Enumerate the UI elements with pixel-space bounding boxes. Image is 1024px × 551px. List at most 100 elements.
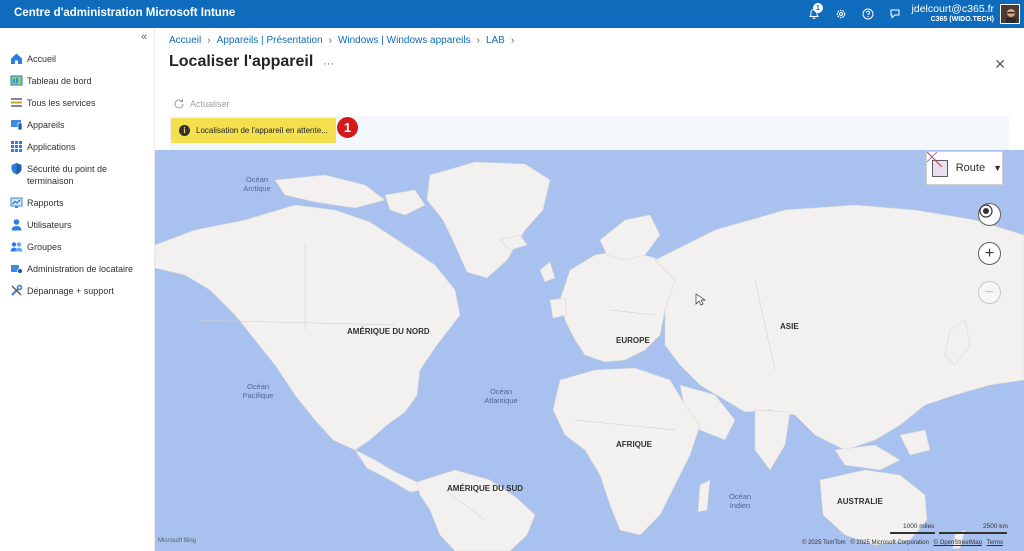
continent-label: AUSTRALIE	[837, 497, 883, 506]
account-menu[interactable]: jdelcourt@c365.fr C365 (WIDO.TECH)	[912, 3, 994, 25]
header-icons: 1	[800, 3, 908, 24]
target-icon	[979, 204, 993, 218]
attribution-microsoft: © 2025 Microsoft Corporation	[850, 540, 929, 546]
sidebar-item-tableau-de-bord[interactable]: Tableau de bord	[10, 74, 150, 87]
sidebar-item-utilisateurs[interactable]: Utilisateurs	[10, 218, 150, 231]
sidebar-item-label: Appareils	[27, 120, 65, 130]
scale-bar-miles	[890, 532, 935, 534]
apps-icon	[11, 141, 22, 152]
sidebar-item-label: Utilisateurs	[27, 220, 72, 230]
status-bar: i Localisation de l'appareil en attente.…	[169, 116, 1009, 150]
locate-me-button[interactable]	[978, 203, 1001, 226]
breadcrumb-item[interactable]: Accueil	[169, 35, 201, 46]
sidebar-item-label: Tableau de bord	[27, 76, 92, 86]
all-services-icon	[11, 98, 22, 107]
scale-miles: 1000 miles	[903, 523, 935, 530]
users-icon	[11, 219, 22, 231]
info-icon: i	[179, 125, 190, 136]
map-attribution: © 2025 TomTom © 2025 Microsoft Corporati…	[802, 540, 1003, 546]
close-button[interactable]: ✕	[994, 56, 1006, 73]
sidebar-item-securite[interactable]: Sécurité du point de terminaison	[10, 162, 150, 187]
tenant-name: C365 (WIDO.TECH)	[930, 16, 994, 23]
sidebar-item-tous-les-services[interactable]: Tous les services	[10, 96, 150, 109]
bing-logo: Microsoft Bing	[158, 538, 197, 544]
breadcrumb-item[interactable]: Windows | Windows appareils	[338, 35, 471, 46]
continent-label: AMÉRIQUE DU NORD	[347, 327, 430, 336]
ocean-label: Océan Pacifique	[242, 382, 274, 400]
gear-icon[interactable]	[827, 4, 854, 24]
sidebar-item-label: Rapports	[27, 198, 64, 208]
more-options-button[interactable]: ···	[323, 58, 334, 70]
sidebar-item-applications[interactable]: Applications	[10, 140, 150, 153]
sidebar-item-label: Dépannage + support	[27, 286, 114, 296]
chevron-right-icon: ›	[510, 35, 515, 46]
breadcrumb-item[interactable]: Appareils | Présentation	[217, 35, 323, 46]
map-style-dropdown[interactable]: Route ▼	[926, 151, 1003, 185]
sidebar-item-depannage[interactable]: Dépannage + support	[10, 284, 150, 297]
openstreetmap-link[interactable]: © OpenStreetMap	[933, 540, 981, 546]
status-text: Localisation de l'appareil en attente...	[196, 126, 328, 135]
home-icon	[11, 53, 22, 64]
shield-icon	[11, 163, 22, 175]
breadcrumb-item[interactable]: LAB	[486, 35, 505, 46]
minus-icon: −	[984, 283, 995, 301]
sidebar: « Accueil Tableau de bord Tous les servi…	[0, 28, 155, 551]
dashboard-icon	[10, 75, 23, 86]
continent-label: EUROPE	[616, 336, 650, 345]
refresh-icon	[174, 99, 184, 109]
ocean-label: Océan Indien	[728, 492, 752, 510]
breadcrumb: Accueil › Appareils | Présentation › Win…	[169, 35, 520, 46]
bell-icon[interactable]: 1	[800, 3, 827, 24]
road-map-thumbnail-icon	[927, 152, 948, 177]
continent-label: AMÉRIQUE DU SUD	[447, 484, 524, 493]
sidebar-item-label: Groupes	[27, 242, 62, 252]
zoom-in-button[interactable]: +	[978, 242, 1001, 265]
avatar[interactable]	[1000, 4, 1020, 24]
plus-icon: +	[984, 244, 995, 262]
status-message: i Localisation de l'appareil en attente.…	[171, 118, 336, 143]
troubleshoot-icon	[11, 284, 23, 296]
zoom-out-button[interactable]: −	[978, 281, 1001, 304]
refresh-button[interactable]: Actualiser	[173, 98, 230, 110]
chevron-right-icon: ›	[207, 35, 211, 46]
dropdown-caret-icon: ▼	[993, 163, 1002, 173]
sidebar-item-accueil[interactable]: Accueil	[10, 52, 150, 65]
scale-km: 2500 km	[983, 523, 1008, 530]
sidebar-item-label: Tous les services	[27, 98, 96, 108]
tenant-admin-icon	[11, 265, 23, 274]
page-title: Localiser l'appareil	[169, 53, 314, 70]
sidebar-item-appareils[interactable]: Appareils	[10, 118, 150, 131]
groups-icon	[10, 242, 23, 252]
devices-icon	[11, 120, 23, 131]
refresh-label: Actualiser	[190, 99, 230, 109]
world-map-graphic	[155, 161, 1024, 551]
reports-icon	[10, 197, 23, 208]
feedback-icon[interactable]	[881, 4, 908, 24]
continent-label: AFRIQUE	[616, 440, 652, 449]
main-content: Accueil › Appareils | Présentation › Win…	[155, 28, 1024, 551]
top-bar: Centre d'administration Microsoft Intune…	[0, 0, 1024, 28]
sidebar-item-label: Accueil	[27, 54, 57, 64]
step-callout-badge: 1	[336, 116, 359, 139]
app-title[interactable]: Centre d'administration Microsoft Intune	[14, 7, 235, 19]
sidebar-item-groupes[interactable]: Groupes	[10, 240, 150, 253]
sidebar-item-label: Sécurité du point de terminaison	[27, 164, 108, 186]
terms-link[interactable]: Terms	[987, 540, 1003, 546]
chevron-right-icon: ›	[328, 35, 332, 46]
chevron-right-icon: ›	[476, 35, 480, 46]
collapse-sidebar-button[interactable]: «	[141, 31, 147, 43]
ocean-label: Océan Atlantique	[484, 387, 518, 405]
help-icon[interactable]	[854, 4, 881, 24]
notification-badge: 1	[813, 3, 823, 13]
scale-bar-km	[939, 532, 1007, 534]
sidebar-item-label: Applications	[27, 142, 76, 152]
sidebar-item-rapports[interactable]: Rapports	[10, 196, 150, 209]
ocean-label: Océan Arctique	[243, 175, 271, 193]
attribution-tomtom: © 2025 TomTom	[802, 540, 846, 546]
user-name: jdelcourt@c365.fr	[911, 3, 994, 15]
continent-label: ASIE	[780, 322, 799, 331]
sidebar-item-label: Administration de locataire	[27, 264, 134, 274]
map-view[interactable]: AMÉRIQUE DU NORD EUROPE ASIE AFRIQUE AMÉ…	[155, 150, 1024, 551]
map-style-label: Route	[955, 162, 986, 174]
sidebar-item-administration-locataire[interactable]: Administration de locataire	[10, 262, 150, 275]
